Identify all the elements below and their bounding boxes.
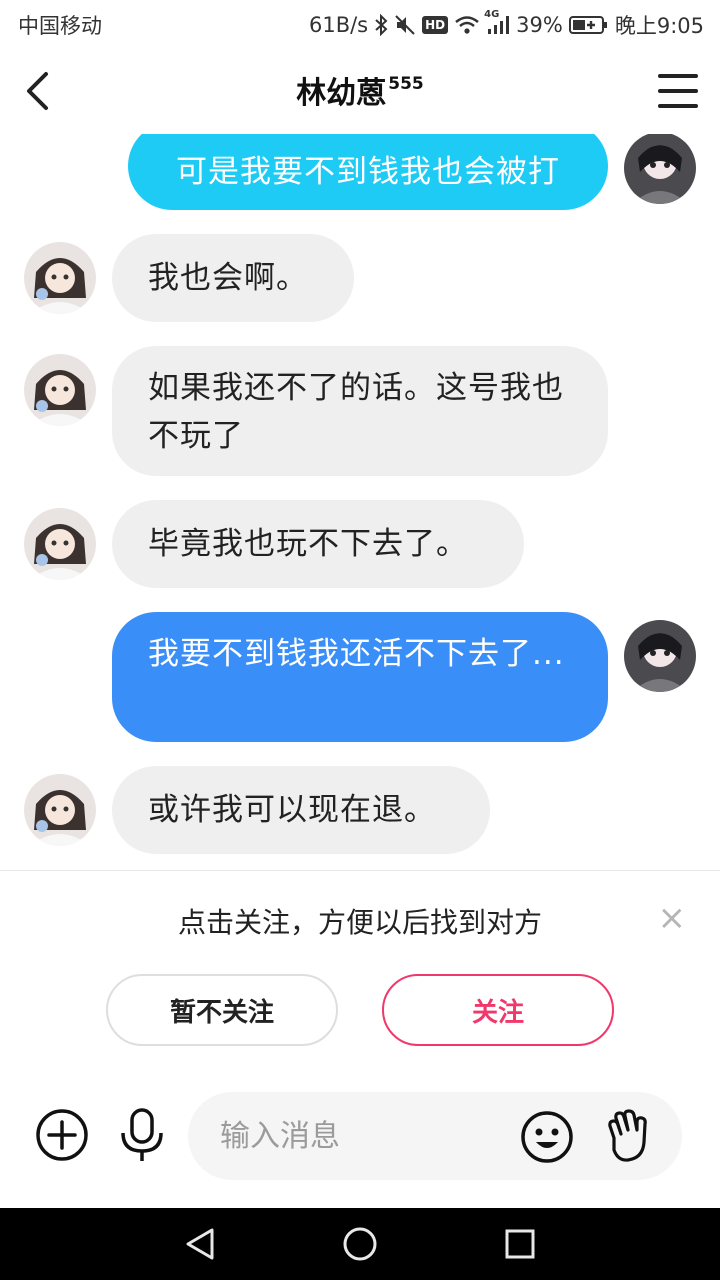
follow-prompt-text: 点击关注，方便以后找到对方 [177,906,542,939]
menu-icon [658,74,698,78]
mute-icon [394,14,416,36]
status-bar: 中国移动 61B/s HD 4G 39% 晚上9:05 [0,0,720,50]
plus-icon [36,1109,88,1161]
menu-button[interactable] [658,74,698,108]
message-list[interactable]: 可是我要不到钱我也会被打 我也会啊。 如果我还不了的话。这号我也不玩了 毕竟我也… [0,134,720,870]
emoji-icon [521,1111,573,1163]
battery-icon [568,15,609,35]
emoji-button[interactable] [520,1110,574,1164]
nav-back-icon [186,1228,214,1260]
contact-avatar[interactable] [24,508,96,580]
decline-follow-button[interactable]: 暂不关注 [106,974,338,1046]
incoming-message[interactable]: 毕竟我也玩不下去了。 [112,500,524,588]
message-input[interactable] [220,1114,500,1158]
wave-hand-icon [608,1109,647,1162]
incoming-message[interactable]: 如果我还不了的话。这号我也不玩了 [112,346,608,476]
my-avatar[interactable] [624,620,696,692]
message-input-container[interactable] [188,1092,682,1180]
follow-prompt-panel: 点击关注，方便以后找到对方 × 暂不关注 关注 [0,870,720,1080]
follow-button[interactable]: 关注 [382,974,614,1046]
network-type: 4G [484,9,500,20]
message-input-bar [0,1080,720,1208]
wave-button[interactable] [604,1108,652,1164]
contact-name: 林幼蒽 555 [0,68,720,112]
status-right-group: 61B/s HD 4G 39% 晚上9:05 [308,9,704,40]
net-speed: 61B/s [308,13,369,37]
nav-back-button[interactable] [180,1224,220,1264]
hd-badge: HD [422,16,449,34]
carrier-label: 中国移动 [18,14,102,38]
contact-avatar[interactable] [24,774,96,846]
incoming-message[interactable]: 我也会啊。 [112,234,354,322]
bluetooth-icon [374,14,388,36]
contact-name-text: 林幼蒽 [296,76,387,111]
menu-icon-line [658,104,698,108]
contact-avatar[interactable] [24,354,96,426]
close-icon[interactable]: × [658,901,687,935]
outgoing-message[interactable]: 我要不到钱我还活不下去了... [112,612,608,742]
clock: 晚上9:05 [614,14,704,38]
wifi-icon [454,15,480,35]
nav-recents-button[interactable] [500,1224,540,1264]
signal-icon: 4G [484,9,510,35]
plus-button[interactable] [34,1107,90,1163]
microphone-icon [121,1108,163,1161]
nav-home-icon [343,1227,377,1261]
contact-name-suffix: 555 [388,74,424,94]
contact-avatar[interactable] [24,242,96,314]
incoming-message[interactable]: 或许我可以现在退。 [112,766,490,854]
chat-header: 林幼蒽 555 [0,50,720,134]
system-nav-bar [0,1208,720,1280]
outgoing-message[interactable]: 可是我要不到钱我也会被打 [128,134,608,210]
voice-button[interactable] [114,1107,170,1163]
battery-percent: 39% [516,13,563,37]
menu-icon-line [658,89,698,93]
my-avatar[interactable] [624,134,696,204]
nav-recents-icon [505,1229,535,1259]
nav-home-button[interactable] [340,1224,380,1264]
